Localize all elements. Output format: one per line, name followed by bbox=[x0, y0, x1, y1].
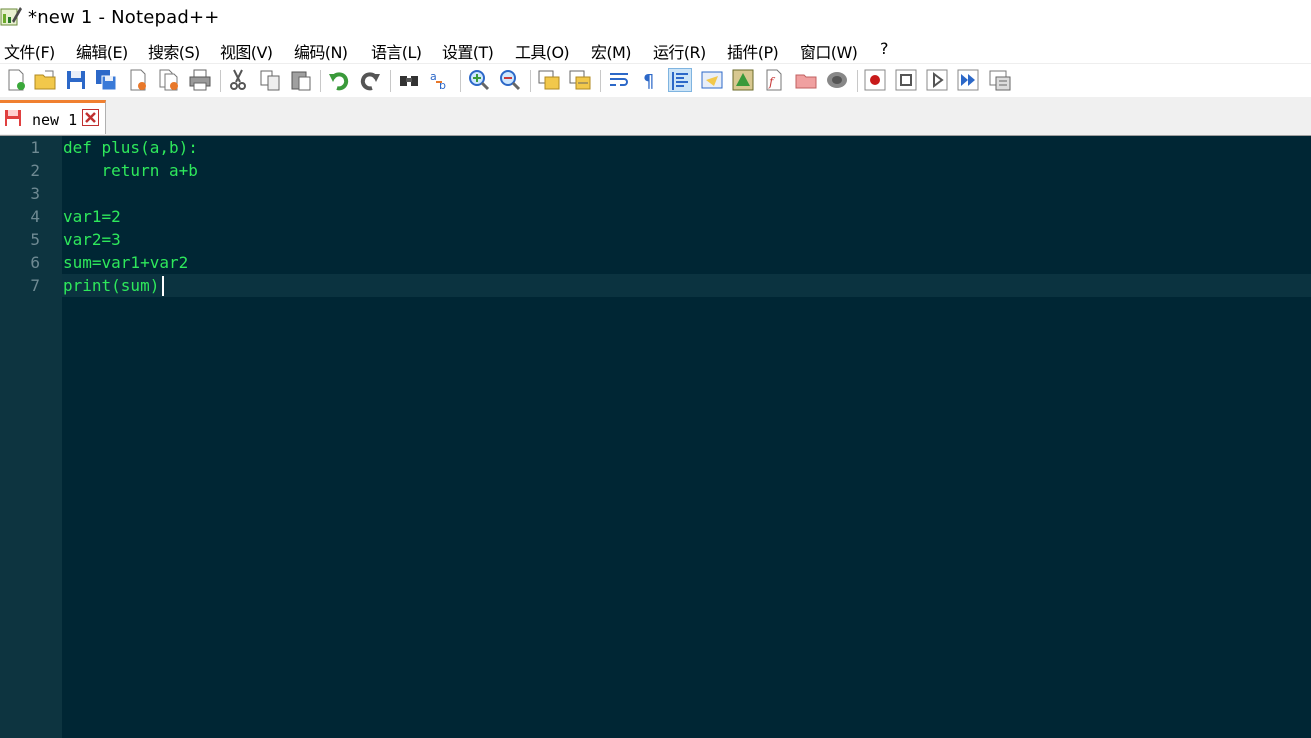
line-number-gutter: 1 2 3 4 5 6 7 bbox=[0, 136, 62, 738]
print-icon[interactable] bbox=[188, 68, 212, 92]
function-list-icon[interactable]: f bbox=[762, 68, 786, 92]
save-all-icon[interactable] bbox=[94, 68, 118, 92]
svg-text:b: b bbox=[439, 79, 446, 92]
stop-record-icon[interactable] bbox=[894, 68, 918, 92]
tab-label: new 1 bbox=[32, 111, 78, 129]
notepadpp-logo-icon bbox=[0, 7, 22, 26]
run-macro-multiple-icon[interactable] bbox=[956, 68, 980, 92]
menu-search[interactable]: 搜索(S) bbox=[148, 39, 200, 63]
record-macro-icon[interactable] bbox=[863, 68, 887, 92]
line-number: 7 bbox=[30, 276, 40, 295]
menu-run[interactable]: 运行(R) bbox=[653, 39, 706, 63]
line-number: 1 bbox=[30, 138, 40, 157]
text-caret bbox=[162, 276, 164, 296]
new-file-icon[interactable] bbox=[4, 68, 28, 92]
toolbar-separator bbox=[857, 70, 858, 92]
redo-icon[interactable] bbox=[358, 68, 382, 92]
folder-workspace-icon[interactable] bbox=[794, 68, 818, 92]
menu-settings[interactable]: 设置(T) bbox=[442, 39, 494, 63]
replace-icon[interactable]: ab bbox=[428, 68, 452, 92]
word-wrap-icon[interactable] bbox=[607, 68, 631, 92]
find-icon[interactable] bbox=[397, 68, 421, 92]
cut-icon[interactable] bbox=[226, 68, 250, 92]
zoom-out-icon[interactable] bbox=[498, 68, 522, 92]
toolbar: ab ¶ f bbox=[0, 63, 1311, 97]
code-line[interactable]: var2=3 bbox=[63, 228, 121, 251]
menu-window[interactable]: 窗口(W) bbox=[800, 39, 858, 63]
menu-macro[interactable]: 宏(M) bbox=[591, 39, 631, 63]
line-number: 2 bbox=[30, 161, 40, 180]
paste-icon[interactable] bbox=[289, 68, 313, 92]
user-defined-lang-icon[interactable] bbox=[700, 68, 724, 92]
menu-edit[interactable]: 编辑(E) bbox=[76, 39, 128, 63]
close-tab-icon[interactable] bbox=[82, 109, 99, 126]
play-macro-icon[interactable] bbox=[925, 68, 949, 92]
unsaved-file-icon bbox=[5, 110, 21, 126]
menu-language[interactable]: 语言(L) bbox=[371, 39, 422, 63]
menu-plugins[interactable]: 插件(P) bbox=[727, 39, 779, 63]
save-icon[interactable] bbox=[64, 68, 88, 92]
code-line[interactable]: var1=2 bbox=[63, 205, 121, 228]
toolbar-separator bbox=[460, 70, 461, 92]
window-title: *new 1 - Notepad++ bbox=[28, 7, 220, 28]
menu-tools[interactable]: 工具(O) bbox=[515, 39, 570, 63]
menu-bar: 文件(F) 编辑(E) 搜索(S) 视图(V) 编码(N) 语言(L) 设置(T… bbox=[0, 36, 1311, 62]
code-line[interactable]: return a+b bbox=[63, 159, 198, 182]
show-all-chars-icon[interactable]: ¶ bbox=[638, 68, 662, 92]
svg-text:¶: ¶ bbox=[643, 71, 654, 92]
indent-guide-icon[interactable] bbox=[668, 68, 692, 92]
line-number: 6 bbox=[30, 253, 40, 272]
undo-icon[interactable] bbox=[327, 68, 351, 92]
current-line-highlight bbox=[62, 274, 1311, 297]
menu-view[interactable]: 视图(V) bbox=[220, 39, 273, 63]
line-number: 4 bbox=[30, 207, 40, 226]
code-line[interactable]: def plus(a,b): bbox=[63, 136, 198, 159]
sync-vertical-icon[interactable] bbox=[537, 68, 561, 92]
code-editor[interactable]: 1 2 3 4 5 6 7 def plus(a,b): return a+b … bbox=[0, 136, 1311, 738]
line-number: 5 bbox=[30, 230, 40, 249]
toolbar-separator bbox=[600, 70, 601, 92]
sync-horizontal-icon[interactable] bbox=[568, 68, 592, 92]
toolbar-separator bbox=[530, 70, 531, 92]
toolbar-separator bbox=[320, 70, 321, 92]
document-map-icon[interactable] bbox=[731, 68, 755, 92]
zoom-in-icon[interactable] bbox=[467, 68, 491, 92]
menu-encoding[interactable]: 编码(N) bbox=[294, 39, 348, 63]
save-macro-icon[interactable] bbox=[988, 68, 1012, 92]
open-file-icon[interactable] bbox=[33, 68, 57, 92]
line-number: 3 bbox=[30, 184, 40, 203]
code-line[interactable]: print(sum) bbox=[63, 274, 159, 297]
tab-new-1[interactable]: new 1 bbox=[0, 100, 106, 134]
title-bar: *new 1 - Notepad++ bbox=[0, 0, 1311, 34]
svg-text:a: a bbox=[430, 70, 437, 83]
menu-file[interactable]: 文件(F) bbox=[4, 39, 55, 63]
copy-icon[interactable] bbox=[258, 68, 282, 92]
close-icon[interactable] bbox=[126, 68, 150, 92]
menu-help[interactable]: ? bbox=[880, 39, 888, 58]
code-line[interactable]: sum=var1+var2 bbox=[63, 251, 188, 274]
close-all-icon[interactable] bbox=[157, 68, 181, 92]
monitoring-icon[interactable] bbox=[825, 68, 849, 92]
toolbar-separator bbox=[390, 70, 391, 92]
toolbar-separator bbox=[220, 70, 221, 92]
tab-bar: new 1 bbox=[0, 97, 1311, 136]
